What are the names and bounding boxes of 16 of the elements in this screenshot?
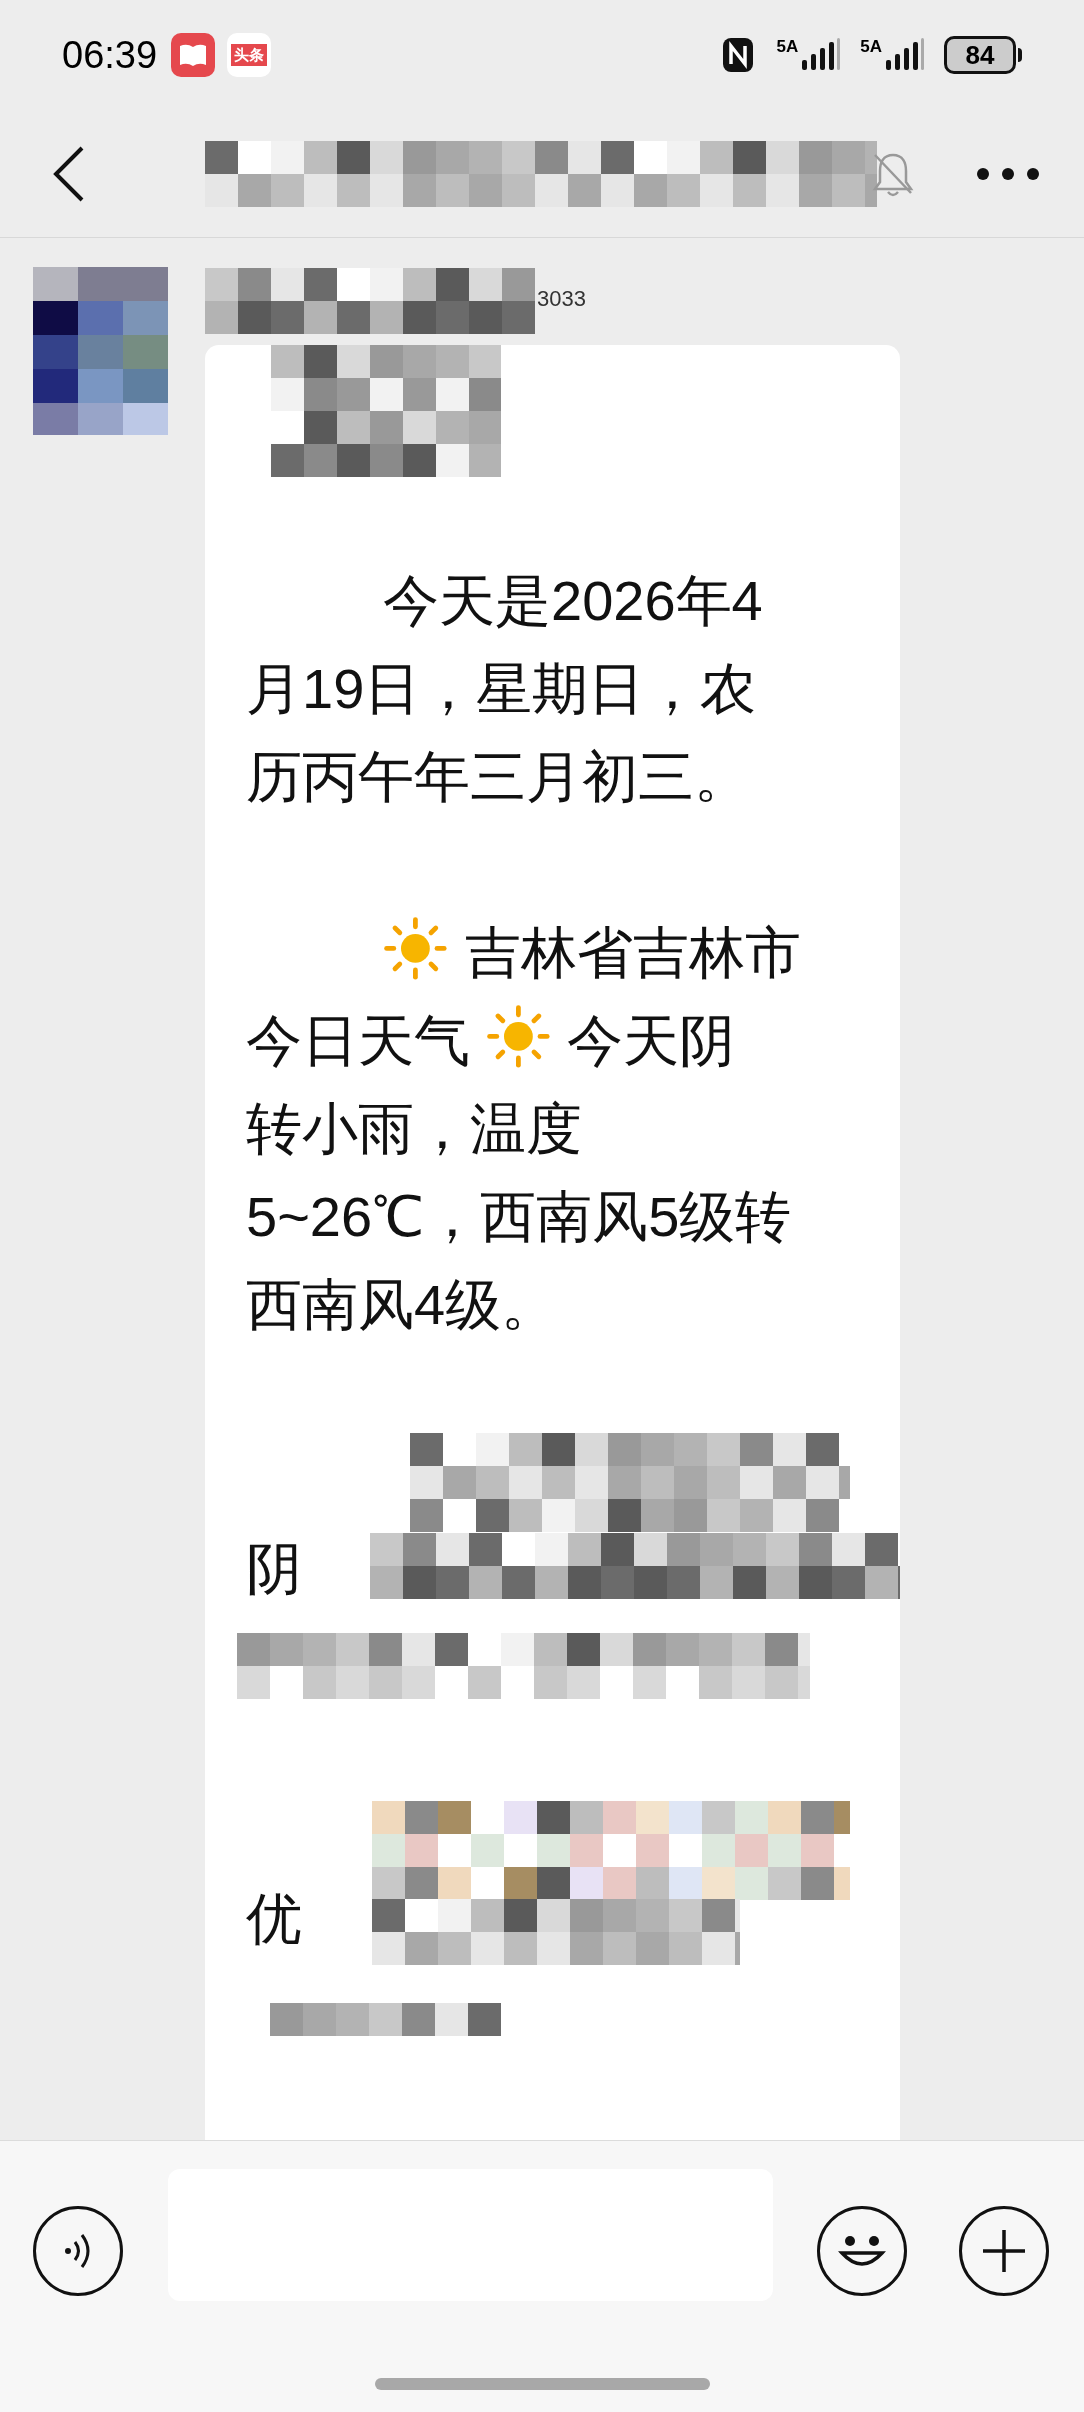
- plus-button[interactable]: [959, 2206, 1049, 2296]
- message-text: 吉林省吉林市 今日天气 今天阴 转小雨，温度 5~26℃，西南风5级转 西南风4级。: [246, 909, 801, 1349]
- voice-input-button[interactable]: [33, 2206, 123, 2296]
- emoji-button[interactable]: [817, 2206, 907, 2296]
- sun-icon: [383, 916, 449, 982]
- message-text: 阴: [246, 1536, 302, 1602]
- more-icon: [976, 166, 1040, 181]
- news-app-icon: 头条: [227, 33, 272, 77]
- sun-icon: [485, 1004, 552, 1070]
- book-app-icon: [171, 33, 216, 77]
- sender-name: 3033: [537, 285, 586, 313]
- status-time: 06:39: [62, 32, 158, 78]
- nfc-icon: [720, 36, 755, 74]
- message-text: 今天是2026年4 月19日，星期日，农 历丙午年三月初三。: [246, 568, 763, 810]
- battery-indicator: 84: [944, 36, 1022, 74]
- message-text: 优: [246, 1886, 302, 1952]
